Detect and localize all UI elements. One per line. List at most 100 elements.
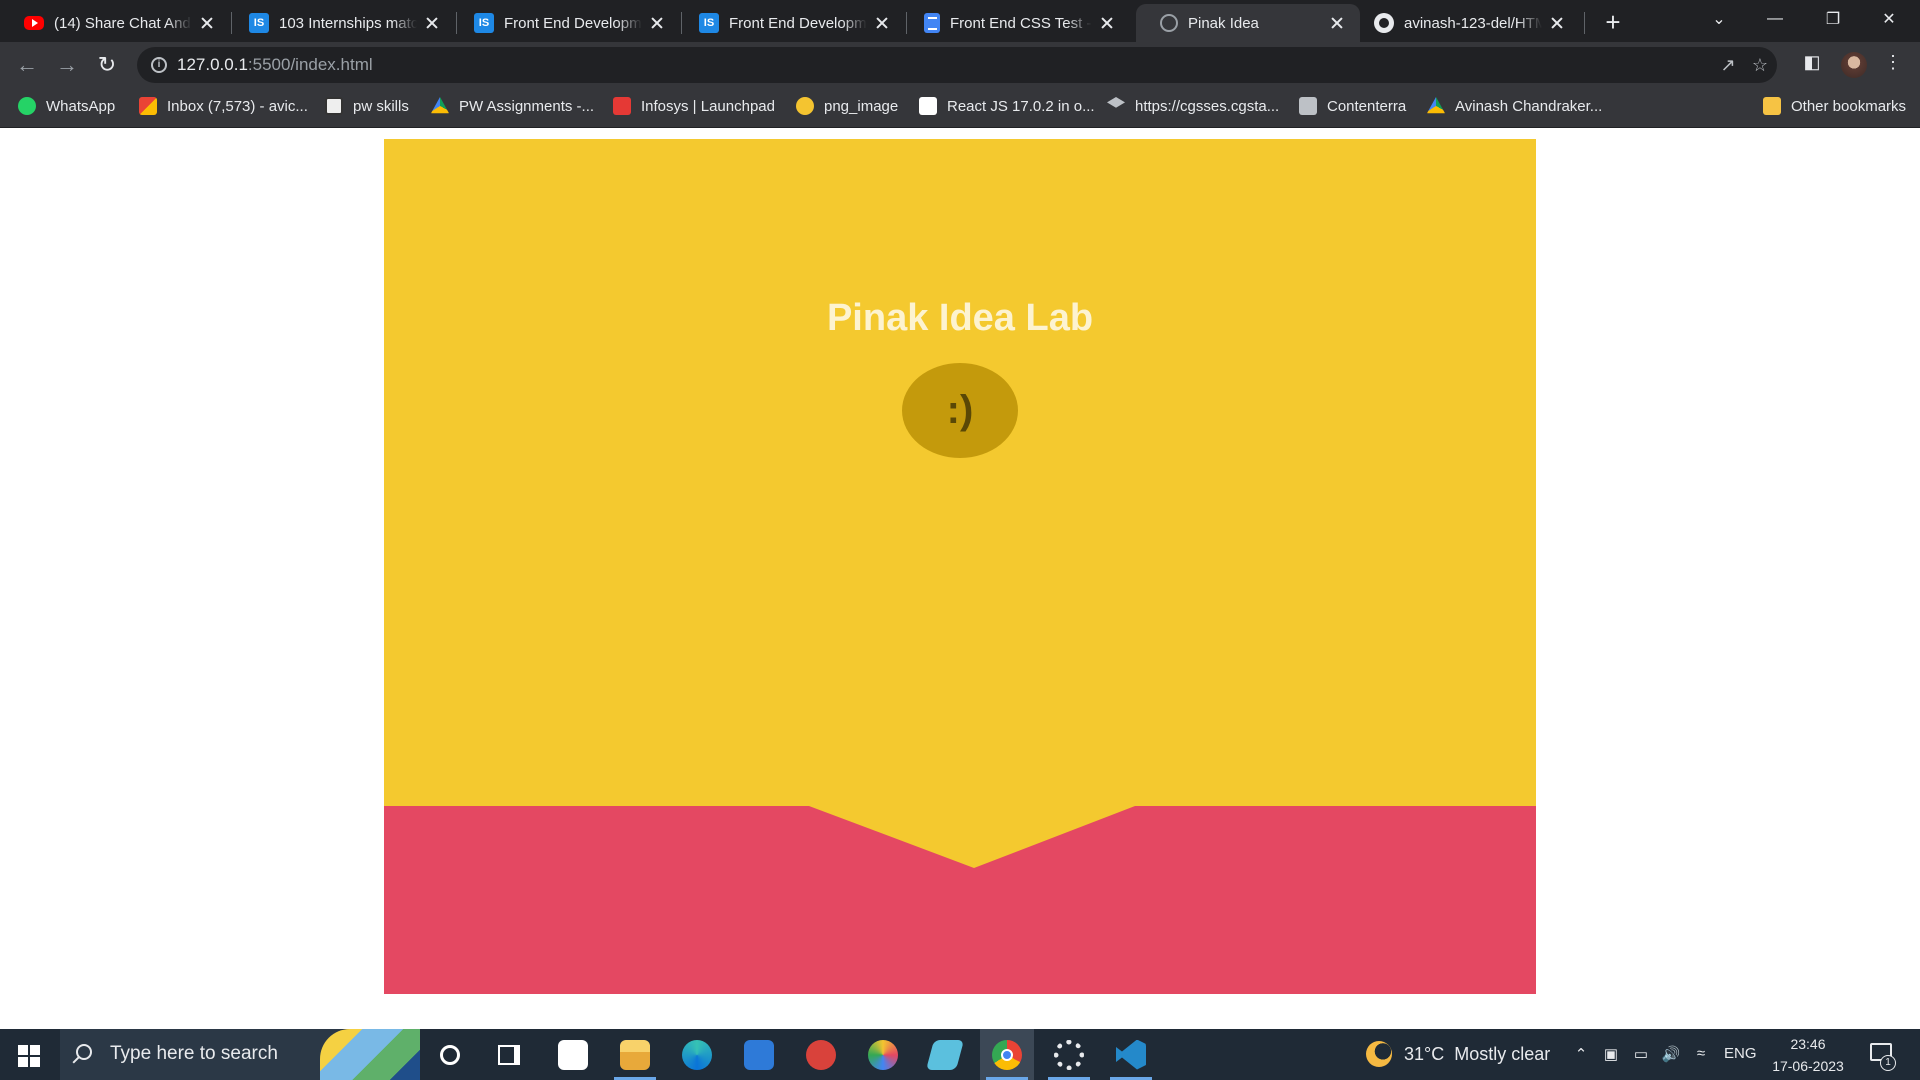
bookmark-pw-skills[interactable]: pw skills (325, 88, 409, 124)
taskbar-search-box[interactable]: Type here to search (60, 1029, 420, 1080)
bookmark-label: Contenterra (1327, 97, 1407, 115)
google-drive-icon (1427, 97, 1445, 114)
taskbar-clock[interactable]: 23:46 17-06-2023 (1760, 1033, 1856, 1077)
bookmark-star-icon[interactable]: ☆ (1749, 55, 1771, 76)
paint-icon (868, 1039, 898, 1070)
globe-icon (1160, 14, 1178, 32)
internshala-icon: IS (699, 13, 719, 33)
browser-toolbar: ← → ↻ i 127.0.0.1:5500/index.html ↗ ☆ ◧ … (0, 42, 1920, 88)
close-tab-icon[interactable] (873, 14, 891, 32)
page-viewport: Pinak Idea Lab :) (0, 128, 1920, 1029)
tab-title: Pinak Idea (1188, 14, 1259, 32)
language-indicator[interactable]: ENG (1724, 1045, 1757, 1062)
bookmark-infosys[interactable]: Infosys | Launchpad (613, 88, 775, 124)
side-panel-icon[interactable]: ◧ (1799, 52, 1825, 73)
windows-start-icon[interactable] (18, 1045, 40, 1067)
cortana-button[interactable] (423, 1029, 477, 1080)
tab-css-test[interactable]: Front End CSS Test - C (900, 4, 1130, 42)
notepad-icon (925, 1039, 965, 1070)
profile-avatar[interactable] (1841, 52, 1867, 78)
paint-app[interactable] (856, 1029, 910, 1080)
microsoft-store-icon (558, 1039, 588, 1070)
mail-app[interactable] (732, 1029, 786, 1080)
chevron-up-icon[interactable]: ⌃ (1570, 1045, 1592, 1063)
smiley-badge: :) (902, 363, 1018, 458)
close-tab-icon[interactable] (1098, 14, 1116, 32)
envelope-card: Pinak Idea Lab :) (384, 139, 1536, 994)
close-tab-icon[interactable] (648, 14, 666, 32)
notification-count-badge: 1 (1880, 1055, 1896, 1071)
bookmark-whatsapp[interactable]: WhatsApp (18, 88, 115, 124)
close-tab-icon[interactable] (1548, 14, 1566, 32)
menu-kebab-icon[interactable]: ⋮ (1880, 52, 1906, 73)
battery-icon[interactable]: ▭ (1630, 1045, 1652, 1063)
vscode-icon (1116, 1039, 1146, 1070)
tab-front-end-1[interactable]: IS Front End Developme (450, 4, 680, 42)
whatsapp-icon (18, 97, 36, 115)
reload-button[interactable]: ↻ (92, 50, 122, 80)
file-explorer-app[interactable] (608, 1029, 662, 1080)
site-info-icon[interactable]: i (151, 57, 167, 73)
gmail-icon (139, 97, 157, 115)
bookmark-avinash[interactable]: Avinash Chandraker... (1427, 88, 1602, 124)
close-tab-icon[interactable] (423, 14, 441, 32)
tab-strip: (14) Share Chat And S IS 103 Internships… (0, 0, 1920, 42)
infosys-icon (613, 97, 631, 115)
settings-icon (1054, 1039, 1084, 1070)
internshala-icon: IS (249, 13, 269, 33)
weather-widget[interactable]: 31°C Mostly clear (1366, 1041, 1550, 1067)
tab-front-end-2[interactable]: IS Front End Developme (675, 4, 905, 42)
bookmark-cgsses[interactable]: https://cgsses.cgsta... (1107, 88, 1279, 124)
contenterra-icon (1299, 97, 1317, 115)
close-window-button[interactable]: ✕ (1866, 0, 1912, 38)
tab-internships[interactable]: IS 103 Internships match (225, 4, 455, 42)
bookmark-contenterra[interactable]: Contenterra (1299, 88, 1406, 124)
share-icon[interactable]: ↗ (1717, 55, 1739, 76)
bookmark-react[interactable]: React JS 17.0.2 in o... (919, 88, 1095, 124)
notepad-app[interactable] (918, 1029, 972, 1080)
close-tab-icon[interactable] (198, 14, 216, 32)
tab-divider (1584, 12, 1585, 34)
restore-button[interactable]: ❐ (1810, 0, 1856, 38)
url-text[interactable]: 127.0.0.1:5500/index.html (177, 55, 373, 75)
youtube-icon (24, 16, 44, 30)
edge-app[interactable] (670, 1029, 724, 1080)
google-drive-icon (431, 97, 449, 114)
file-explorer-icon (620, 1039, 650, 1070)
bookmark-gmail[interactable]: Inbox (7,573) - avic... (139, 88, 308, 124)
other-bookmarks-folder[interactable]: Other bookmarks (1763, 88, 1906, 124)
tab-search-chevron-icon[interactable]: ⌄ (1696, 0, 1742, 38)
moon-weather-icon (1366, 1041, 1392, 1067)
google-docs-icon (924, 13, 940, 33)
bookmark-label: Other bookmarks (1791, 97, 1907, 115)
tab-pinak-idea[interactable]: Pinak Idea (1136, 4, 1360, 42)
tab-github[interactable]: avinash-123-del/HTM (1350, 4, 1580, 42)
volume-icon[interactable]: 🔊 (1660, 1045, 1682, 1063)
store-app[interactable] (546, 1029, 600, 1080)
new-tab-button[interactable]: + (1599, 8, 1627, 36)
back-button[interactable]: ← (12, 50, 42, 80)
chrome-icon (992, 1039, 1022, 1070)
tab-youtube[interactable]: (14) Share Chat And S (0, 4, 230, 42)
minimize-button[interactable]: — (1752, 0, 1798, 38)
close-tab-icon[interactable] (1328, 14, 1346, 32)
task-view-icon (498, 1044, 520, 1065)
bookmark-label: Avinash Chandraker... (1455, 97, 1603, 115)
wifi-icon[interactable]: ≈ (1690, 1045, 1712, 1062)
bookmark-label: WhatsApp (46, 97, 116, 115)
tab-title: Front End Developme (729, 14, 867, 32)
image-icon (796, 97, 814, 115)
address-bar[interactable]: i 127.0.0.1:5500/index.html ↗ ☆ (137, 47, 1777, 83)
bookmark-label: React JS 17.0.2 in o... (947, 97, 1095, 115)
forward-button[interactable]: → (52, 50, 82, 80)
bookmark-pw-assignments[interactable]: PW Assignments -... (431, 88, 594, 124)
task-view-button[interactable] (482, 1029, 536, 1080)
github-icon (1374, 13, 1394, 33)
vscode-app[interactable] (1104, 1029, 1158, 1080)
chrome-app[interactable] (980, 1029, 1034, 1080)
ccleaner-app[interactable] (794, 1029, 848, 1080)
settings-app[interactable] (1042, 1029, 1096, 1080)
search-placeholder: Type here to search (110, 1043, 278, 1064)
meet-now-icon[interactable]: ▣ (1600, 1045, 1622, 1063)
bookmark-png-image[interactable]: png_image (796, 88, 898, 124)
